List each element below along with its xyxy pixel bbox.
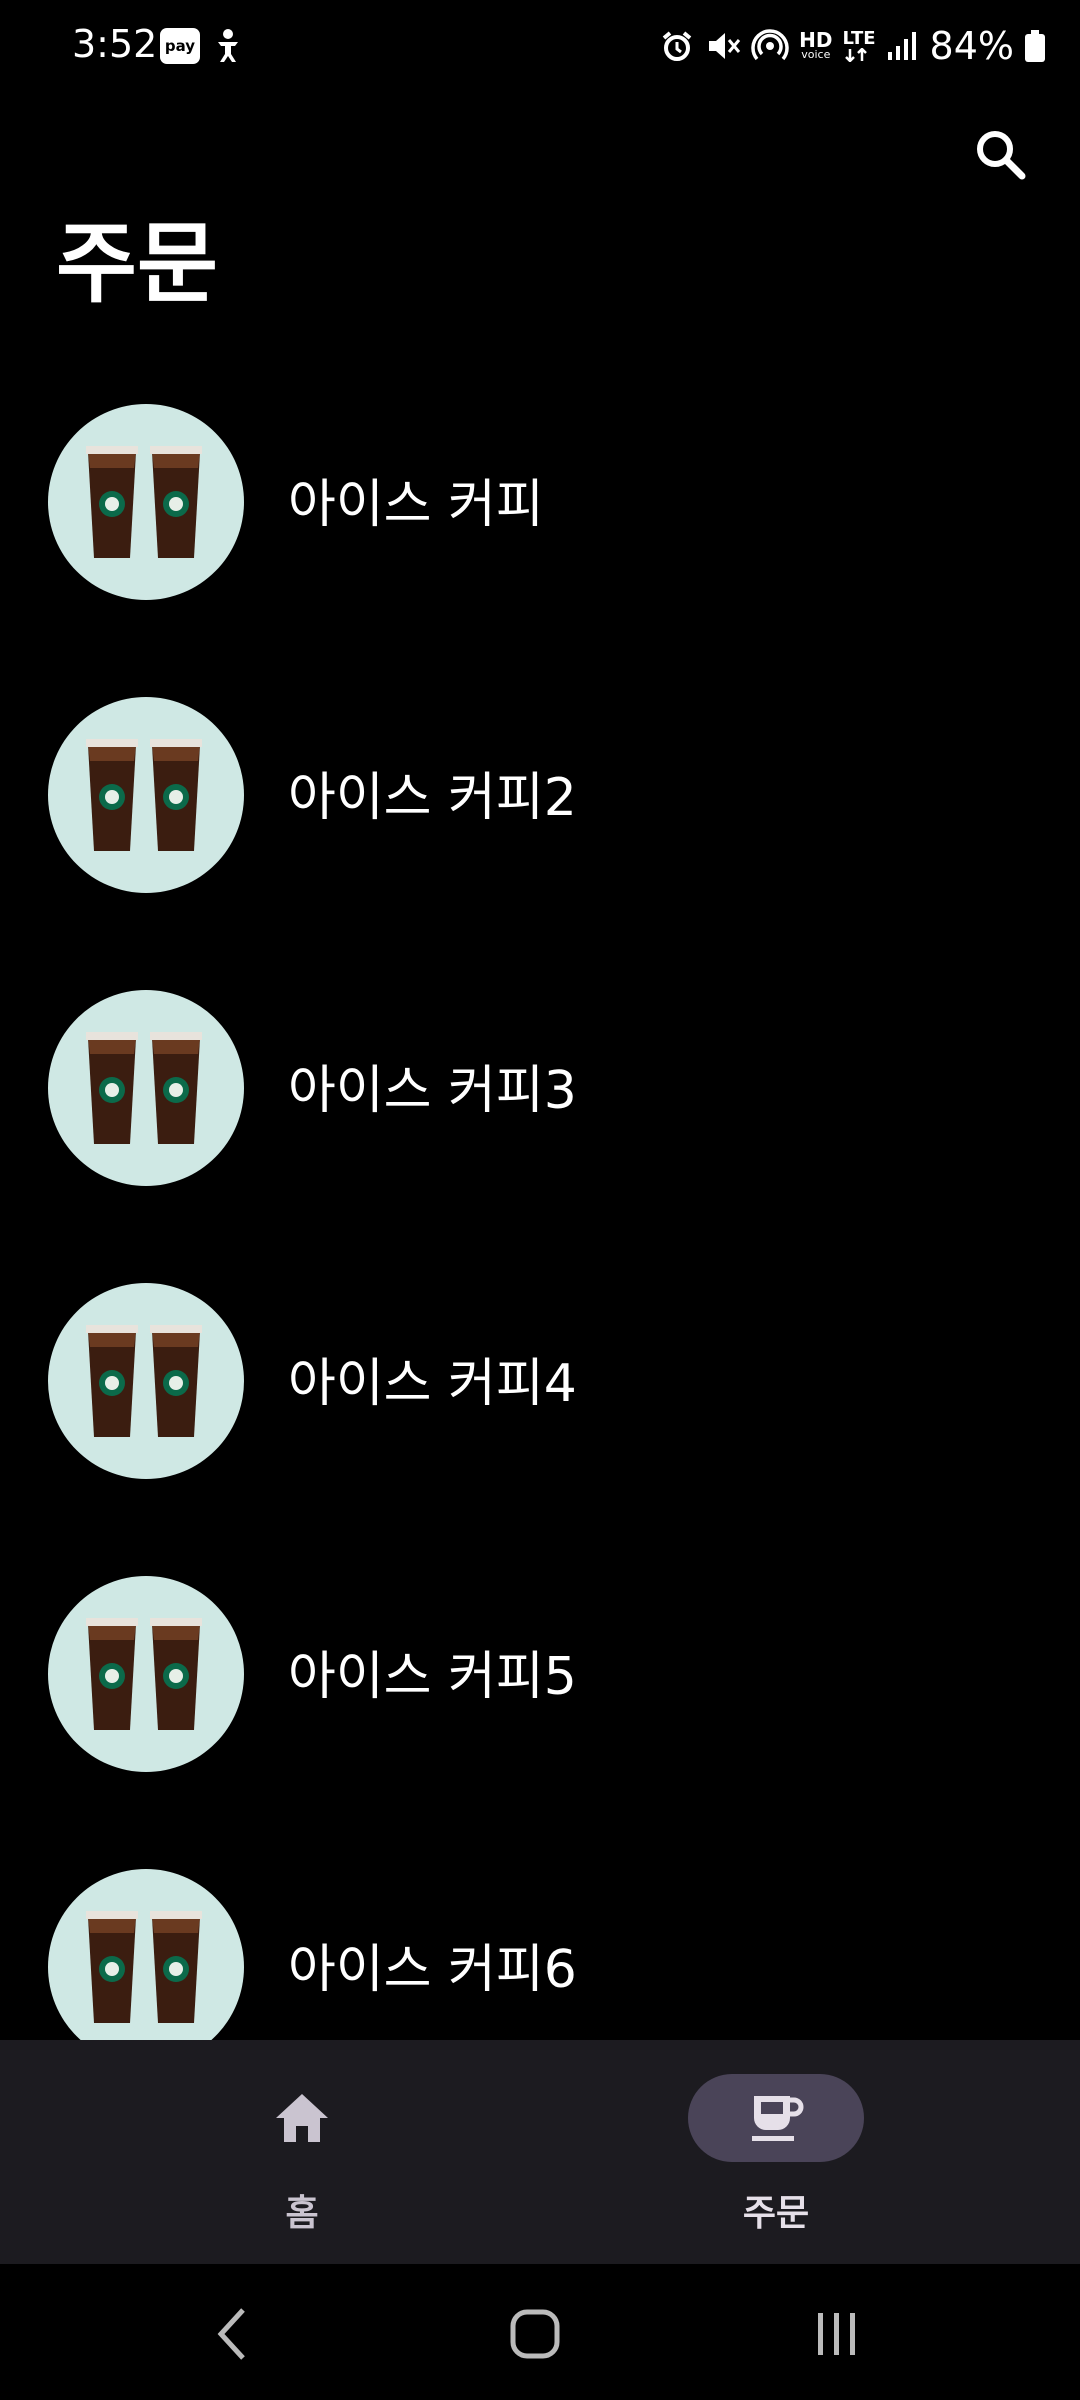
menu-item-label: 아이스 커피5: [288, 1647, 577, 1707]
iced-coffee-image: [86, 446, 202, 558]
nav-item-order[interactable]: 주문: [666, 2074, 886, 2234]
back-button[interactable]: [188, 2294, 278, 2374]
mute-icon: [709, 33, 741, 59]
search-icon: [977, 131, 1026, 180]
accessibility-icon: [208, 26, 248, 66]
iced-coffee-image: [86, 1911, 202, 2023]
recents-button[interactable]: [792, 2294, 882, 2374]
nav-label-order: 주문: [742, 2193, 810, 2234]
menu-item-label: 아이스 커피: [288, 475, 544, 535]
search-button[interactable]: [966, 120, 1036, 190]
status-time: 3:52: [72, 22, 158, 66]
system-navigation-bar: [0, 2264, 1080, 2400]
menu-item-label: 아이스 커피2: [288, 768, 577, 828]
menu-list[interactable]: 아이스 커피 아이스 커피2 아이스 커피3 아이스 커피4 아이스 커피5 아…: [0, 392, 1080, 2040]
menu-item-thumbnail: [48, 1283, 244, 1479]
bottom-navigation: 홈 주문: [0, 2040, 1080, 2264]
battery-icon: [1025, 30, 1045, 62]
menu-item[interactable]: 아이스 커피5: [0, 1564, 1080, 1857]
menu-item-thumbnail: [48, 404, 244, 600]
menu-item[interactable]: 아이스 커피4: [0, 1271, 1080, 1564]
menu-item-thumbnail: [48, 697, 244, 893]
hd-voice-icon: HD voice: [799, 28, 833, 61]
iced-coffee-image: [86, 739, 202, 851]
status-icons: HD voice LTE 84%: [659, 22, 1046, 70]
home-circle-icon: [510, 2309, 560, 2359]
menu-item[interactable]: 아이스 커피6: [0, 1857, 1080, 2040]
hotspot-icon: [751, 29, 789, 61]
back-icon: [217, 2308, 245, 2360]
alarm-icon: [662, 31, 692, 61]
home-button[interactable]: [490, 2294, 580, 2374]
menu-item[interactable]: 아이스 커피3: [0, 978, 1080, 1271]
nav-item-home[interactable]: 홈: [192, 2074, 412, 2234]
nav-active-indicator: [688, 2074, 864, 2162]
recents-icon: [818, 2313, 855, 2355]
menu-item-thumbnail: [48, 1576, 244, 1772]
pay-badge-icon: pay: [160, 28, 200, 64]
coffee-cup-icon: [752, 2096, 804, 2141]
battery-percent: 84%: [929, 24, 1014, 68]
signal-icon: [887, 32, 916, 60]
menu-item[interactable]: 아이스 커피2: [0, 685, 1080, 978]
lte-icon: LTE: [842, 30, 876, 62]
status-bar: 3:52 pay HD voice LTE 84%: [0, 0, 1080, 92]
iced-coffee-image: [86, 1618, 202, 1730]
iced-coffee-image: [86, 1325, 202, 1437]
menu-item-label: 아이스 커피3: [288, 1061, 577, 1121]
menu-item-label: 아이스 커피6: [288, 1940, 577, 2000]
menu-item-thumbnail: [48, 990, 244, 1186]
menu-item[interactable]: 아이스 커피: [0, 392, 1080, 685]
menu-item-label: 아이스 커피4: [288, 1354, 577, 1414]
menu-item-thumbnail: [48, 1869, 244, 2040]
nav-icon-container: [214, 2074, 390, 2162]
page-title: 주문: [56, 212, 218, 315]
home-icon: [276, 2094, 328, 2142]
iced-coffee-image: [86, 1032, 202, 1144]
nav-label-home: 홈: [285, 2193, 319, 2234]
